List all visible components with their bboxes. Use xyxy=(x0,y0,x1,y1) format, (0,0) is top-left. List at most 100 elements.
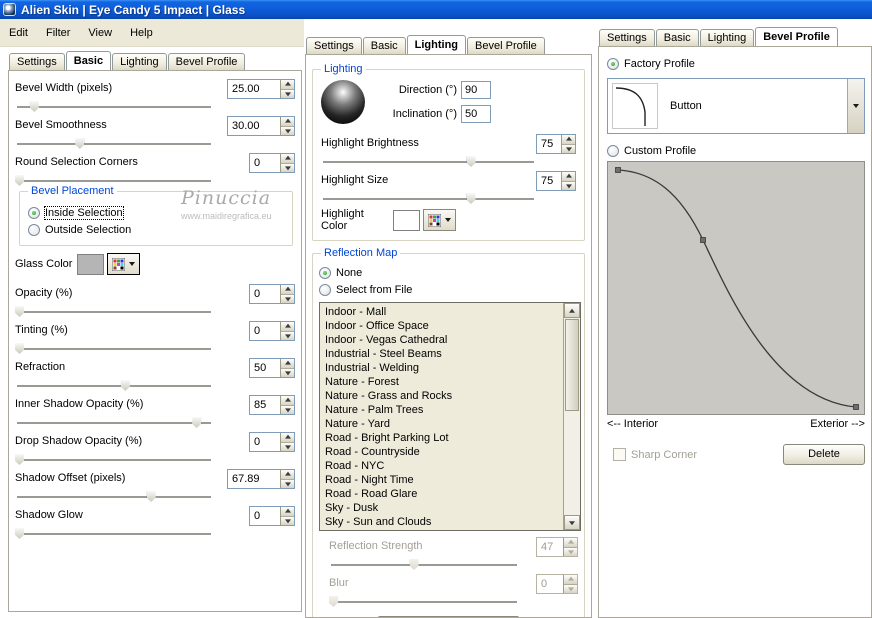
slider-thumb[interactable] xyxy=(29,101,39,112)
shadow-glow-spinbox[interactable]: 0 xyxy=(249,506,295,526)
tab-basic[interactable]: Basic xyxy=(655,29,699,46)
spin-up-icon[interactable] xyxy=(281,285,294,294)
spin-up-icon[interactable] xyxy=(281,117,294,126)
spin-down-icon[interactable] xyxy=(562,143,575,153)
curve-handle[interactable] xyxy=(853,404,859,410)
list-item[interactable]: Nature - Grass and Rocks xyxy=(325,389,563,403)
tab-basic[interactable]: Basic xyxy=(65,51,112,70)
inner-shadow-spinbox[interactable]: 85 xyxy=(249,395,295,415)
highlight-brightness-slider[interactable] xyxy=(321,155,536,168)
slider-thumb[interactable] xyxy=(120,380,130,391)
bevel-width-slider[interactable] xyxy=(15,100,213,113)
slider-thumb[interactable] xyxy=(146,491,156,502)
spin-down-icon[interactable] xyxy=(281,515,294,525)
combo-dropdown-button[interactable] xyxy=(847,79,864,133)
spin-down-icon[interactable] xyxy=(281,88,294,98)
spin-down-icon[interactable] xyxy=(281,293,294,303)
shadow-offset-slider[interactable] xyxy=(15,490,213,503)
outside-selection-option[interactable]: Outside Selection xyxy=(28,221,284,238)
list-item[interactable]: Road - Night Time xyxy=(325,473,563,487)
tab-bevel-profile[interactable]: Bevel Profile xyxy=(167,53,246,70)
list-item[interactable]: Indoor - Office Space xyxy=(325,319,563,333)
slider-thumb[interactable] xyxy=(15,175,24,186)
spin-down-icon[interactable] xyxy=(281,125,294,135)
delete-button[interactable]: Delete xyxy=(783,444,865,465)
tab-settings[interactable]: Settings xyxy=(9,53,65,70)
curve-handle[interactable] xyxy=(700,237,706,243)
refraction-slider[interactable] xyxy=(15,379,213,392)
list-item[interactable]: Sky - Sun and Clouds xyxy=(325,515,563,529)
spin-up-icon[interactable] xyxy=(281,359,294,368)
bevel-width-spinbox[interactable]: 25.00 xyxy=(227,79,295,99)
list-item[interactable]: Sky - Dusk xyxy=(325,501,563,515)
refraction-spinbox[interactable]: 50 xyxy=(249,358,295,378)
opacity-spinbox[interactable]: 0 xyxy=(249,284,295,304)
slider-thumb[interactable] xyxy=(466,193,476,204)
menu-help[interactable]: Help xyxy=(121,24,162,42)
inclination-input[interactable]: 50 xyxy=(461,105,491,123)
slider-thumb[interactable] xyxy=(15,528,24,539)
slider-thumb[interactable] xyxy=(15,454,24,465)
list-item[interactable]: Nature - Palm Trees xyxy=(325,403,563,417)
spin-up-icon[interactable] xyxy=(281,470,294,479)
scroll-down-icon[interactable] xyxy=(564,515,580,530)
reflection-none-option[interactable]: None xyxy=(319,264,578,281)
spin-down-icon[interactable] xyxy=(281,367,294,377)
reflection-map-list[interactable]: Indoor - Mall Indoor - Office Space Indo… xyxy=(319,302,581,531)
round-corners-spinbox[interactable]: 0 xyxy=(249,153,295,173)
list-item[interactable]: Industrial - Welding xyxy=(325,361,563,375)
radio-selected-icon[interactable] xyxy=(607,57,619,70)
highlight-color-swatch[interactable] xyxy=(393,209,420,231)
spin-down-icon[interactable] xyxy=(281,478,294,488)
list-item[interactable]: Indoor - Vegas Cathedral xyxy=(325,333,563,347)
list-item[interactable]: Road - Countryside xyxy=(325,445,563,459)
glass-color-dropdown[interactable] xyxy=(107,253,140,275)
custom-profile-option[interactable]: Custom Profile xyxy=(607,142,863,159)
list-item[interactable]: Industrial - Steel Beams xyxy=(325,347,563,361)
drop-shadow-spinbox[interactable]: 0 xyxy=(249,432,295,452)
menu-filter[interactable]: Filter xyxy=(37,24,79,42)
spin-up-icon[interactable] xyxy=(281,322,294,331)
bevel-smoothness-spinbox[interactable]: 30.00 xyxy=(227,116,295,136)
slider-thumb[interactable] xyxy=(15,306,24,317)
shadow-glow-slider[interactable] xyxy=(15,527,213,540)
bevel-smoothness-slider[interactable] xyxy=(15,137,213,150)
spin-up-icon[interactable] xyxy=(281,507,294,516)
tab-bevel-profile[interactable]: Bevel Profile xyxy=(467,37,545,54)
highlight-brightness-spinbox[interactable]: 75 xyxy=(536,134,576,154)
spin-up-icon[interactable] xyxy=(281,154,294,163)
profile-curve-editor[interactable] xyxy=(607,161,865,415)
menu-view[interactable]: View xyxy=(79,24,121,42)
spin-up-icon[interactable] xyxy=(562,172,575,181)
slider-thumb[interactable] xyxy=(466,156,476,167)
list-item[interactable]: Nature - Yard xyxy=(325,417,563,431)
list-item[interactable]: Road - NYC xyxy=(325,459,563,473)
tab-lighting[interactable]: Lighting xyxy=(406,35,467,54)
list-item[interactable]: Road - Road Glare xyxy=(325,487,563,501)
radio-selected-icon[interactable] xyxy=(28,206,40,219)
list-item[interactable]: Nature - Forest xyxy=(325,375,563,389)
shadow-offset-spinbox[interactable]: 67.89 xyxy=(227,469,295,489)
slider-thumb[interactable] xyxy=(15,343,24,354)
list-item[interactable]: Road - Bright Parking Lot xyxy=(325,431,563,445)
direction-input[interactable]: 90 xyxy=(461,81,491,99)
radio-icon[interactable] xyxy=(319,283,331,296)
tab-bevel-profile[interactable]: Bevel Profile xyxy=(755,27,838,46)
spin-down-icon[interactable] xyxy=(562,180,575,190)
radio-icon[interactable] xyxy=(607,144,619,157)
tab-settings[interactable]: Settings xyxy=(599,29,655,46)
profile-combo[interactable]: Button xyxy=(607,78,865,134)
opacity-slider[interactable] xyxy=(15,305,213,318)
radio-selected-icon[interactable] xyxy=(319,266,331,279)
spin-up-icon[interactable] xyxy=(281,433,294,442)
scrollbar-thumb[interactable] xyxy=(565,319,579,411)
spin-up-icon[interactable] xyxy=(562,135,575,144)
highlight-size-spinbox[interactable]: 75 xyxy=(536,171,576,191)
tinting-slider[interactable] xyxy=(15,342,213,355)
menu-edit[interactable]: Edit xyxy=(0,24,37,42)
tab-lighting[interactable]: Lighting xyxy=(112,53,167,70)
glass-color-swatch[interactable] xyxy=(77,253,104,275)
factory-profile-option[interactable]: Factory Profile xyxy=(607,55,863,72)
highlight-size-slider[interactable] xyxy=(321,192,536,205)
spin-down-icon[interactable] xyxy=(281,330,294,340)
